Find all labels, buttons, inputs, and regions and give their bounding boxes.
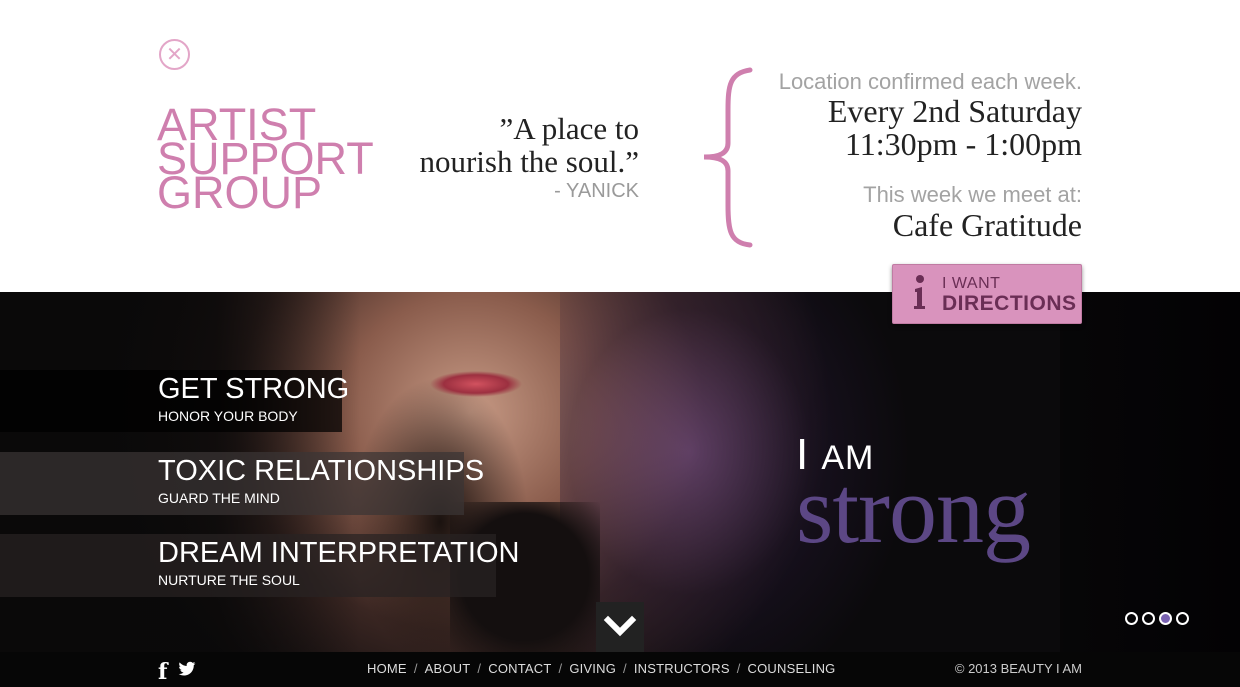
quote-line: nourish the soul.” [419, 144, 639, 179]
twitter-icon[interactable] [178, 661, 196, 677]
menu-item-title: DREAM INTERPRETATION [158, 537, 520, 569]
nav-separator: / [736, 661, 741, 676]
footer-link-giving[interactable]: GIVING [569, 661, 616, 676]
close-icon[interactable]: ✕ [159, 39, 190, 70]
quote-author: - YANICK [554, 180, 639, 202]
footer-nav: HOME / ABOUT / CONTACT / GIVING / INSTRUCTORS / CO… [367, 661, 835, 676]
venue-name: Cafe Gratitude [892, 207, 1082, 243]
menu-item-toxic-relationships[interactable]: TOXIC RELATIONSHIPS GUARD THE MIND [0, 452, 484, 515]
menu-item-subtitle: NURTURE THE SOUL [158, 572, 300, 588]
slider-dot[interactable] [1125, 612, 1138, 625]
schedule-time: 11:30pm - 1:00pm [844, 126, 1082, 162]
menu-item-title: GET STRONG [158, 373, 350, 405]
info-icon [914, 275, 925, 309]
site-title: ARTIST SUPPORT GROUP [157, 102, 387, 215]
menu-item-title: TOXIC RELATIONSHIPS [158, 455, 485, 487]
footer-link-contact[interactable]: CONTACT [488, 661, 551, 676]
facebook-icon[interactable]: f [158, 659, 167, 685]
quote: ”A place to nourish the soul.” - YANICK [380, 112, 639, 203]
location-note: Location confirmed each week. [778, 69, 1082, 94]
meeting-info: Location confirmed each week. Every 2nd … [682, 68, 1082, 242]
menu-item-subtitle: HONOR YOUR BODY [158, 408, 298, 424]
footer-link-home[interactable]: HOME [367, 661, 407, 676]
footer: f HOME / ABOUT / CONTACT / GIVING / INSTRUCTORS /… [0, 652, 1240, 687]
hero-slider: GET STRONG HONOR YOUR BODY TOXIC RELATIO… [0, 292, 1240, 652]
nav-separator: / [413, 661, 418, 676]
nav-separator: / [558, 661, 563, 676]
hero-tagline: I AM strong [796, 430, 1031, 558]
nav-separator: / [623, 661, 627, 676]
nav-separator: / [477, 661, 482, 676]
quote-line: ”A place to [499, 111, 639, 146]
directions-label-small: I WANT [942, 275, 1001, 292]
slider-dot[interactable] [1176, 612, 1189, 625]
directions-label-large: DIRECTIONS [942, 292, 1077, 315]
hero-photo-lips [430, 370, 522, 398]
slider-dots [1125, 612, 1193, 626]
footer-link-instructors[interactable]: INSTRUCTORS [634, 661, 730, 676]
footer-link-about[interactable]: ABOUT [425, 661, 471, 676]
tagline-word: strong [796, 456, 1031, 563]
header-panel: ✕ ARTIST SUPPORT GROUP ”A place to nouri… [0, 0, 1240, 292]
menu-item-get-strong[interactable]: GET STRONG HONOR YOUR BODY [0, 370, 349, 432]
directions-button[interactable]: I WANT DIRECTIONS [892, 264, 1082, 324]
schedule-day: Every 2nd Saturday [827, 93, 1082, 129]
menu-item-subtitle: GUARD THE MIND [158, 490, 280, 506]
footer-link-counseling[interactable]: COUNSELING [748, 661, 836, 676]
meet-label: This week we meet at: [863, 182, 1082, 207]
menu-item-dream-interpretation[interactable]: DREAM INTERPRETATION NURTURE THE SOUL [0, 534, 519, 597]
copyright: © 2013 BEAUTY I AM [954, 661, 1082, 676]
slider-dot[interactable] [1142, 612, 1155, 625]
chevron-down-icon [603, 615, 637, 637]
scroll-down-button[interactable] [596, 602, 644, 652]
slider-dot-active[interactable] [1159, 612, 1172, 625]
hero-shade-right [1060, 292, 1240, 652]
